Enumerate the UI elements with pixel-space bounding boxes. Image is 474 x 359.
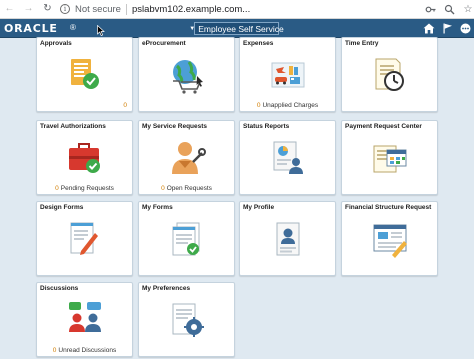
tile-my-profile[interactable]: My Profile [239,201,336,276]
tile-eprocurement[interactable]: eProcurement [138,37,235,112]
tile-title: My Forms [142,204,173,211]
payment-request-icon [370,138,410,178]
security-status: Not secure [75,3,121,15]
tile-discussions[interactable]: Discussions 0 Unread Discussions [36,282,133,357]
tile-title: Approvals [40,40,72,47]
tile-expenses[interactable]: Expenses 0 Unapplied Charges [239,37,336,112]
financial-structure-icon [370,219,410,259]
tile-travel-authorizations[interactable]: Travel Authorizations 0 Pending Requests [36,120,133,195]
url-text[interactable]: pslabvm102.example.com... [132,4,250,15]
service-requests-icon [167,138,207,178]
tile-title: Status Reports [243,123,290,130]
mouse-cursor-icon [97,23,105,41]
reload-icon[interactable]: ↻ [41,3,54,16]
tile-payment-request-center[interactable]: Payment Request Center [341,120,438,195]
tile-title: Time Entry [345,40,379,47]
star-icon[interactable]: ☆ [462,2,474,16]
tile-title: My Preferences [142,285,191,292]
approvals-icon [65,55,105,95]
tile-title: My Profile [243,204,275,211]
zoom-icon[interactable] [443,2,455,16]
discussions-icon [65,300,105,340]
tile-status-reports[interactable]: Status Reports [239,120,336,195]
homepage-selector[interactable]: ▼ Employee Self Service [189,22,284,35]
tile-title: My Service Requests [142,123,208,130]
key-icon[interactable] [424,2,436,16]
tile-count: 0 Pending Requests [55,185,114,192]
arrow-right-icon[interactable]: → [22,3,35,16]
my-forms-icon [167,219,207,259]
time-entry-icon [370,55,410,95]
my-preferences-icon [167,300,207,340]
divider [125,3,127,15]
tile-count: 0 Open Requests [161,185,212,192]
tile-design-forms[interactable]: Design Forms [36,201,133,276]
oracle-logo: ORACLE [4,22,58,35]
actions-list-icon[interactable] [458,22,472,35]
caret-down-icon: ▼ [189,25,196,32]
tile-title: Payment Request Center [345,123,422,130]
tile-title: eProcurement [142,40,186,47]
tile-count: 0 [123,102,127,109]
flag-icon[interactable] [440,22,454,35]
tile-time-entry[interactable]: Time Entry [341,37,438,112]
app-header: ORACLE ® ▼ Employee Self Service [0,19,474,38]
tile-my-forms[interactable]: My Forms [138,201,235,276]
home-icon[interactable] [422,22,436,35]
tile-approvals[interactable]: Approvals 0 [36,37,133,112]
eprocurement-icon [167,55,207,95]
my-profile-icon [268,219,308,259]
tile-count: 0 Unapplied Charges [256,102,319,109]
tile-count: 0 Unread Discussions [52,347,117,354]
tile-my-service-requests[interactable]: My Service Requests 0 Open Requests [138,120,235,195]
tile-title: Design Forms [40,204,84,211]
tile-title: Financial Structure Request [345,204,432,211]
expenses-icon [268,55,308,95]
registered-mark-icon: ® [70,23,76,32]
info-icon[interactable]: i [60,4,70,14]
homepage-label: Employee Self Service [198,23,284,34]
design-forms-icon [65,219,105,259]
status-reports-icon [268,138,308,178]
browser-toolbar: ← → ↻ i Not secure pslabvm102.example.co… [0,0,474,19]
arrow-left-icon[interactable]: ← [3,3,16,16]
address-bar[interactable]: i Not secure pslabvm102.example.com... [60,2,250,17]
travel-authorizations-icon [65,138,105,178]
tile-my-preferences[interactable]: My Preferences [138,282,235,357]
tile-title: Expenses [243,40,274,47]
tile-financial-structure-request[interactable]: Financial Structure Request [341,201,438,276]
tile-title: Travel Authorizations [40,123,106,130]
tile-title: Discussions [40,285,79,292]
